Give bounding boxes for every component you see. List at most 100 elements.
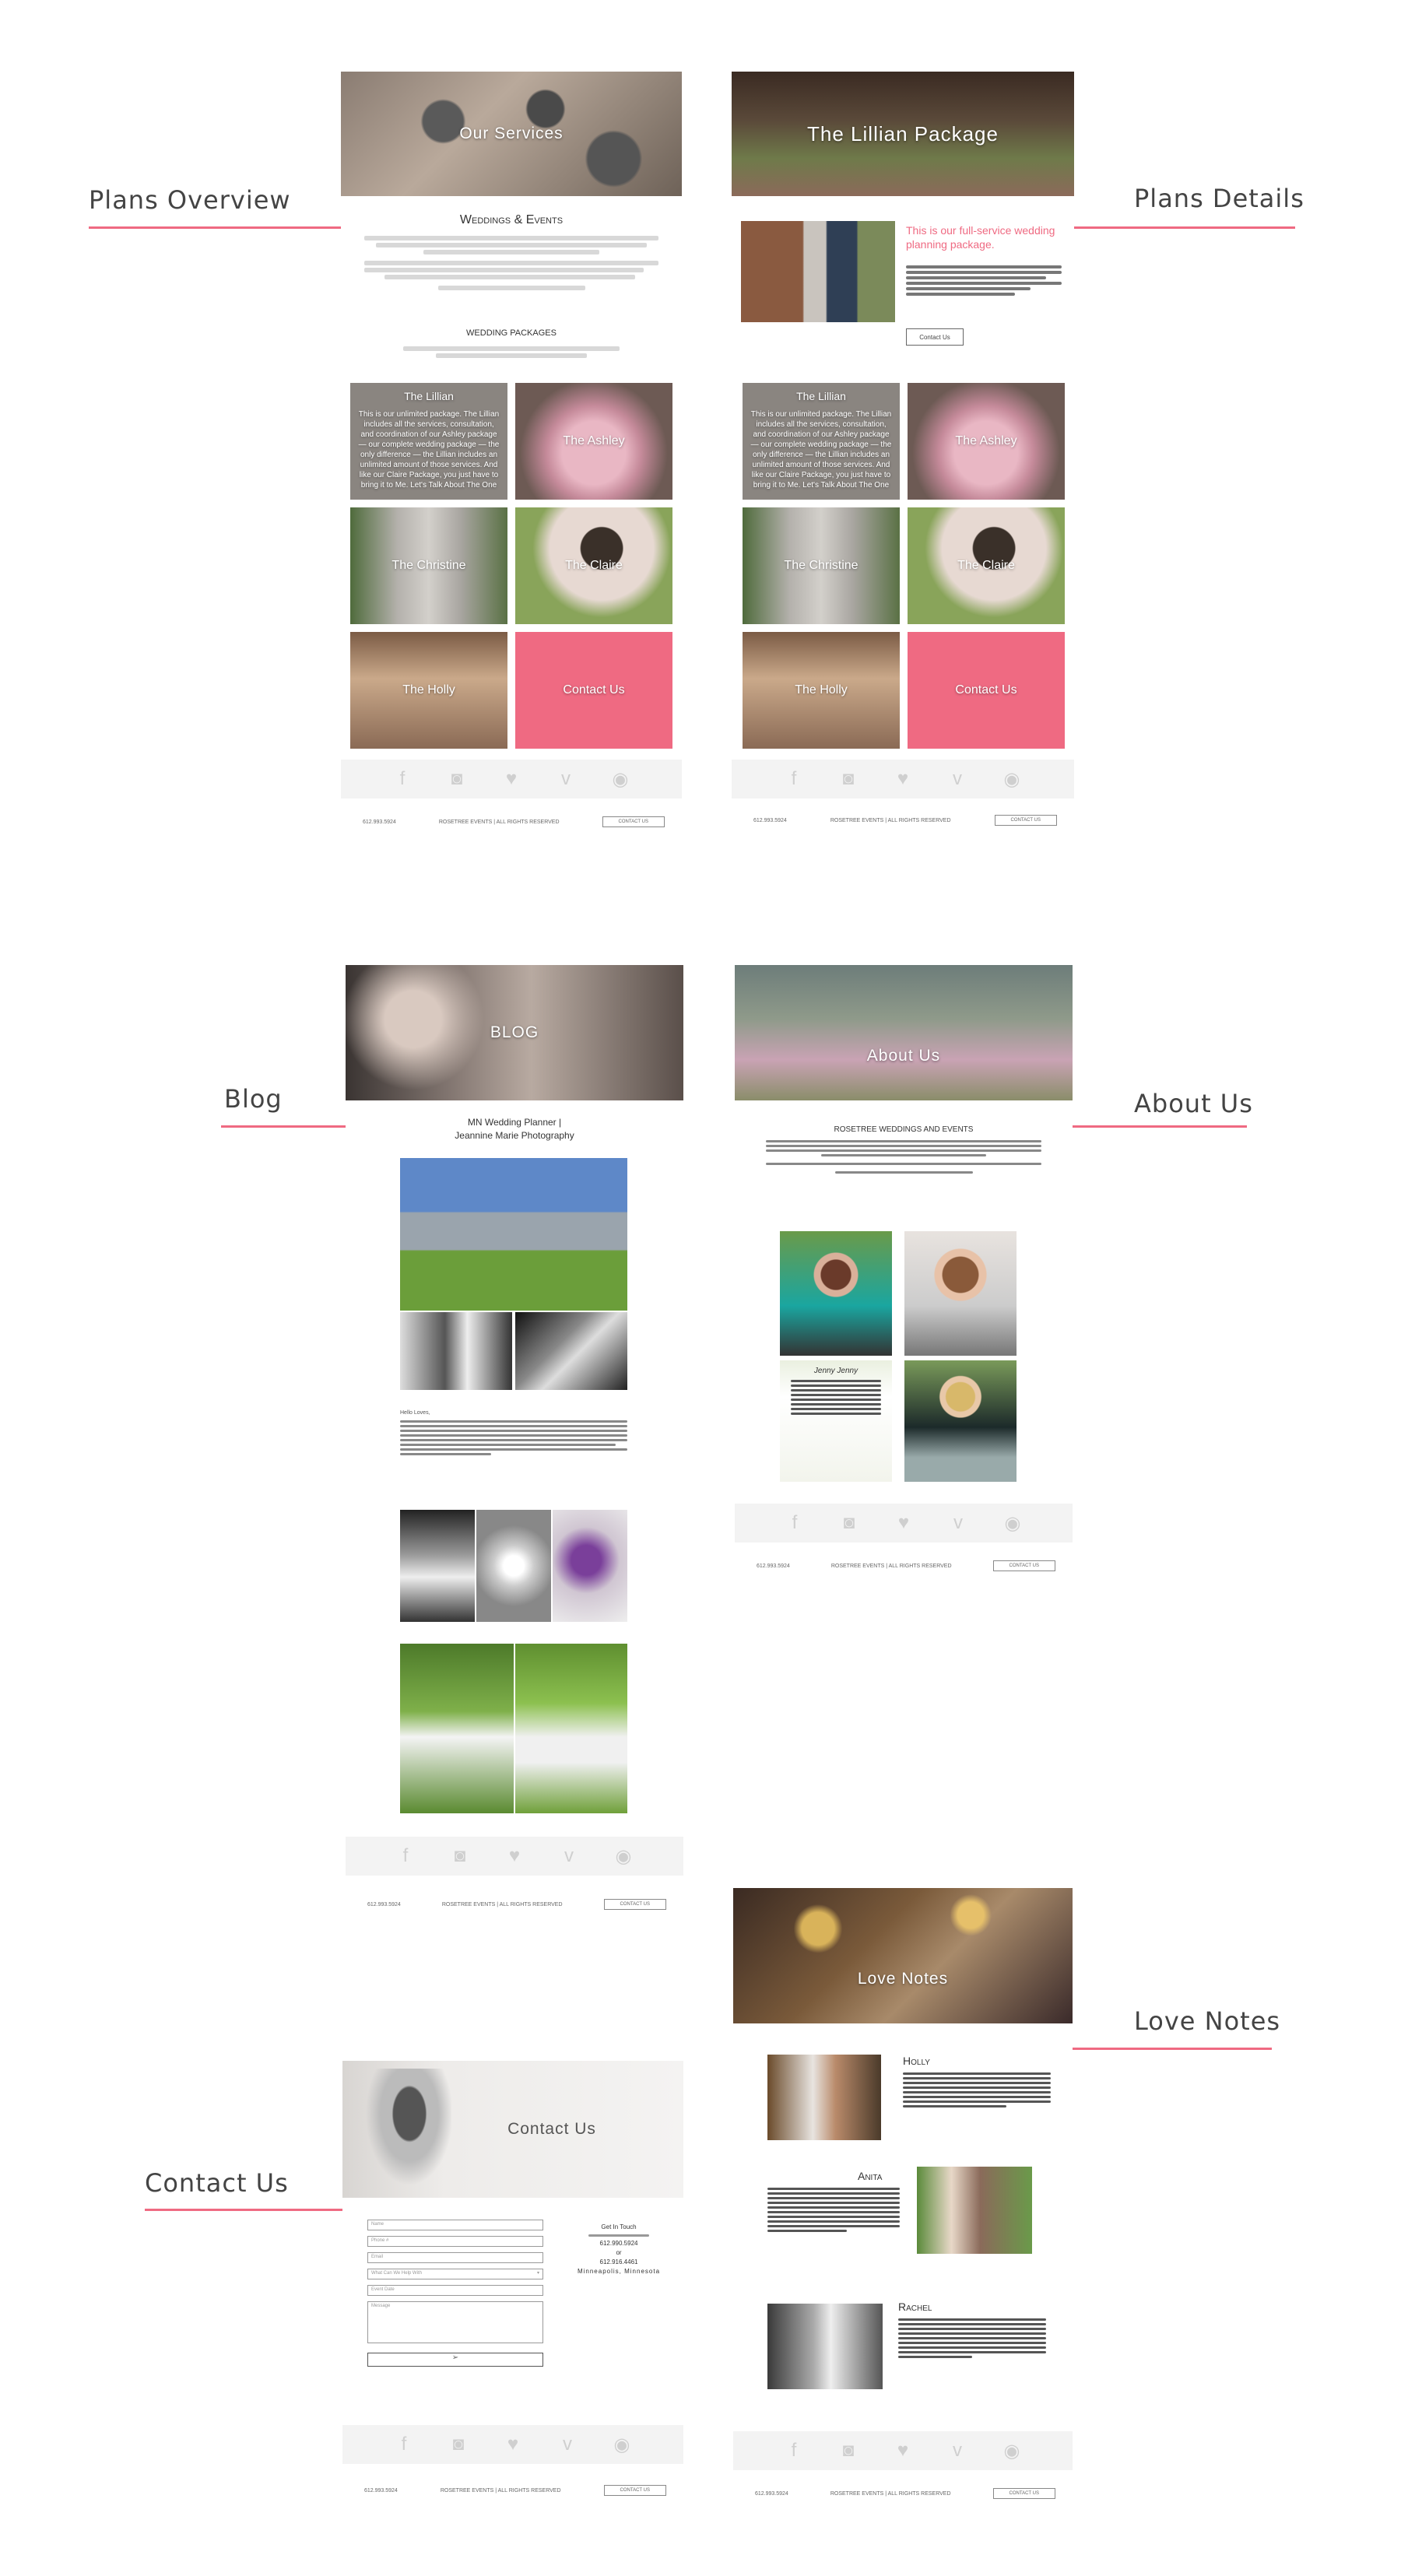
spotify-icon[interactable]: ◉ <box>610 768 630 791</box>
hero-banner: The Lillian Package <box>732 72 1074 196</box>
phone-field[interactable]: Phone # <box>367 2236 543 2247</box>
send-icon: ➢ <box>451 2353 459 2362</box>
social-bar: f ◙ ♥ v ◉ <box>733 2431 1073 2470</box>
hero-title: Our Services <box>459 125 564 142</box>
twitter-icon[interactable]: ♥ <box>893 768 913 790</box>
package-tile-contact[interactable]: Contact Us <box>515 632 672 749</box>
twitter-icon[interactable]: ♥ <box>504 1845 525 1867</box>
package-tile-christine[interactable]: The Christine <box>350 507 507 624</box>
footer-contact-button[interactable]: CONTACT US <box>994 815 1057 826</box>
email-field[interactable]: Email <box>367 2252 543 2263</box>
package-tile-contact[interactable]: Contact Us <box>908 632 1065 749</box>
footer-copyright: ROSETREE EVENTS | ALL RIGHTS RESERVED <box>830 1563 952 1569</box>
footer: 612.993.5924 ROSETREE EVENTS | ALL RIGHT… <box>732 811 1074 830</box>
twitter-icon[interactable]: ♥ <box>894 1512 914 1534</box>
package-tile-ashley[interactable]: The Ashley <box>515 383 672 500</box>
testimonial-photo-anita <box>917 2167 1032 2254</box>
blog-photo-flowers <box>553 1510 627 1622</box>
blog-photo-couple <box>400 1312 512 1390</box>
vimeo-icon[interactable]: v <box>557 2434 578 2455</box>
team-card-jenny: Jenny Jenny <box>780 1360 892 1482</box>
facebook-icon[interactable]: f <box>395 1845 416 1867</box>
tile-description: This is our unlimited package. The Lilli… <box>750 410 892 490</box>
contact-phone-2: 612.916.4461 <box>599 2258 638 2265</box>
twitter-icon[interactable]: ♥ <box>893 2440 913 2462</box>
facebook-icon[interactable]: f <box>784 2440 804 2462</box>
couple-photo <box>741 221 895 322</box>
tile-title: The Ashley <box>563 434 625 447</box>
vimeo-icon[interactable]: v <box>947 2440 967 2462</box>
facebook-icon[interactable]: f <box>392 768 413 790</box>
annotation-line <box>89 226 369 229</box>
twitter-icon[interactable]: ♥ <box>501 768 521 790</box>
annotation-love-notes: Love Notes <box>1134 2006 1281 2036</box>
social-bar: f ◙ ♥ v ◉ <box>342 2425 683 2464</box>
post-title-line: Jeannine Marie Photography <box>455 1129 574 1141</box>
contact-button[interactable]: Contact Us <box>906 328 964 346</box>
package-tile-claire[interactable]: The Claire <box>908 507 1065 624</box>
package-tile-christine[interactable]: The Christine <box>743 507 900 624</box>
message-field[interactable]: Message <box>367 2301 543 2343</box>
about-heading: ROSETREE WEDDINGS AND EVENTS <box>834 1125 974 1134</box>
testimonial-photo-holly <box>767 2055 881 2140</box>
footer-contact-button[interactable]: CONTACT US <box>603 1899 666 1910</box>
instagram-icon[interactable]: ◙ <box>448 2434 469 2455</box>
tile-title: The Holly <box>402 683 455 697</box>
testimonial-name: Holly <box>903 2055 930 2067</box>
footer-contact-button[interactable]: CONTACT US <box>992 2488 1055 2499</box>
name-field[interactable]: Name <box>367 2220 543 2230</box>
facebook-icon[interactable]: f <box>394 2434 414 2455</box>
annotation-about-us: About Us <box>1134 1089 1253 1118</box>
blog-photo-dress <box>400 1510 475 1622</box>
footer-phone: 612.993.5924 <box>367 1901 401 1907</box>
mockup-contact-us: Contact Us Name Phone # Email What Can W… <box>342 2061 683 2518</box>
hero-banner: Our Services <box>341 72 682 196</box>
vimeo-icon[interactable]: v <box>556 768 576 790</box>
package-tile-ashley[interactable]: The Ashley <box>908 383 1065 500</box>
footer-contact-button[interactable]: CONTACT US <box>603 2485 666 2496</box>
hero-title: The Lillian Package <box>807 121 999 146</box>
instagram-icon[interactable]: ◙ <box>450 1845 470 1867</box>
mockup-about-us: About Us ROSETREE WEDDINGS AND EVENTS Je… <box>735 965 1073 1588</box>
annotation-plans-overview: Plans Overview <box>89 185 291 215</box>
package-tile-holly[interactable]: The Holly <box>350 632 507 749</box>
instagram-icon[interactable]: ◙ <box>447 768 467 790</box>
instagram-icon[interactable]: ◙ <box>838 2440 859 2462</box>
help-select-value: What Can We Help With <box>371 2271 422 2276</box>
help-select[interactable]: What Can We Help With ▾ <box>367 2269 543 2279</box>
tile-title: The Christine <box>392 559 466 572</box>
spotify-icon[interactable]: ◉ <box>613 1845 634 1868</box>
footer-contact-button[interactable]: CONTACT US <box>602 816 665 827</box>
footer: 612.993.5924 ROSETREE EVENTS | ALL RIGHT… <box>341 812 682 831</box>
facebook-icon[interactable]: f <box>784 768 804 790</box>
card-label: Jenny Jenny <box>813 1367 859 1375</box>
footer: 612.993.5924 ROSETREE EVENTS | ALL RIGHT… <box>735 1556 1073 1575</box>
instagram-icon[interactable]: ◙ <box>839 1512 859 1534</box>
tile-title: The Holly <box>795 683 848 697</box>
package-tile-holly[interactable]: The Holly <box>743 632 900 749</box>
tile-title: The Claire <box>957 559 1015 572</box>
footer-phone: 612.993.5924 <box>363 819 396 825</box>
mockup-plans-details: The Lillian Package This is our full-ser… <box>732 72 1074 842</box>
footer-phone: 612.993.5924 <box>364 2487 398 2494</box>
instagram-icon[interactable]: ◙ <box>838 768 859 790</box>
facebook-icon[interactable]: f <box>785 1512 805 1534</box>
package-tile-claire[interactable]: The Claire <box>515 507 672 624</box>
package-tile-lillian[interactable]: The Lillian This is our unlimited package… <box>350 383 507 500</box>
vimeo-icon[interactable]: v <box>947 768 967 790</box>
spotify-icon[interactable]: ◉ <box>612 2434 632 2456</box>
hero-banner: Contact Us <box>342 2061 683 2198</box>
event-date-field[interactable]: Event Date <box>367 2285 543 2296</box>
send-button[interactable]: ➢ <box>367 2353 543 2367</box>
hero-banner: Love Notes <box>733 1888 1073 2023</box>
tile-title: The Lillian <box>404 390 454 402</box>
vimeo-icon[interactable]: v <box>559 1845 579 1867</box>
package-tile-lillian[interactable]: The Lillian This is our unlimited package… <box>743 383 900 500</box>
spotify-icon[interactable]: ◉ <box>1002 768 1022 791</box>
footer-contact-button[interactable]: CONTACT US <box>992 1560 1055 1571</box>
spotify-icon[interactable]: ◉ <box>1002 1512 1023 1535</box>
vimeo-icon[interactable]: v <box>948 1512 968 1534</box>
contact-phone-1: 612.990.5924 <box>599 2240 638 2247</box>
spotify-icon[interactable]: ◉ <box>1002 2440 1022 2462</box>
twitter-icon[interactable]: ♥ <box>503 2434 523 2455</box>
